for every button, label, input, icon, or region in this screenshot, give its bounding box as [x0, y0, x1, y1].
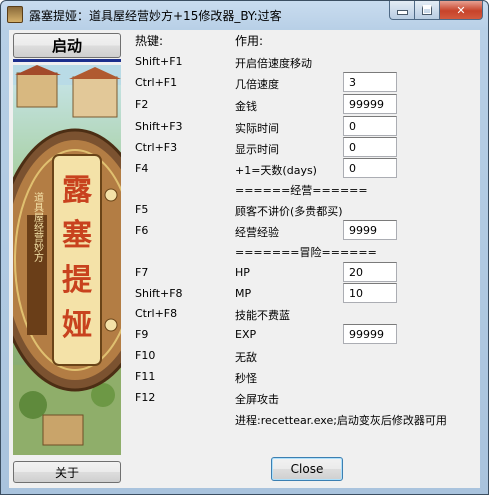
- section-adventure: =======冒险======: [235, 246, 377, 259]
- hotkey-label: Ctrl+F3: [135, 141, 178, 154]
- title-bar[interactable]: 露塞提娅：道具屋经营妙方+15修改器_BY:过客 ✕: [1, 1, 488, 29]
- action-label: 实际时间: [235, 122, 279, 135]
- hotkey-label: F4: [135, 162, 149, 175]
- art-title-char-3: 提: [62, 263, 93, 298]
- maximize-icon: [422, 5, 432, 15]
- action-label: 显示时间: [235, 143, 279, 156]
- hotkey-label: Shift+F3: [135, 120, 183, 133]
- window-close-button[interactable]: ✕: [440, 1, 483, 20]
- display-time-field[interactable]: 0: [343, 137, 397, 157]
- minimize-icon: [396, 10, 408, 15]
- action-label: 技能不费蓝: [235, 309, 290, 322]
- process-note: 进程:recettear.exe;启动变灰后修改器可用: [235, 414, 447, 427]
- hotkey-label: Ctrl+F8: [135, 307, 178, 320]
- hotkey-label: F5: [135, 203, 149, 216]
- action-label: MP: [235, 287, 252, 300]
- hotkey-label: Shift+F8: [135, 287, 183, 300]
- trainer-window: 露塞提娅：道具屋经营妙方+15修改器_BY:过客 ✕ 启动 露 塞 提 娅 道具…: [0, 0, 489, 495]
- window-title: 露塞提娅：道具屋经营妙方+15修改器_BY:过客: [29, 9, 282, 23]
- speed-multiplier-field[interactable]: 3: [343, 72, 397, 92]
- hotkey-label: F2: [135, 98, 149, 111]
- action-label: 秒怪: [235, 372, 257, 385]
- real-time-field[interactable]: 0: [343, 116, 397, 136]
- action-label: 经营经验: [235, 226, 279, 239]
- art-subtitle: 道具屋经营妙方: [32, 191, 44, 263]
- action-label: EXP: [235, 328, 257, 341]
- hotkey-label: F11: [135, 370, 156, 383]
- hotkey-label: F12: [135, 391, 156, 404]
- art-title-char-1: 露: [62, 173, 93, 208]
- mp-field[interactable]: 10: [343, 283, 397, 303]
- action-label: 无敌: [235, 351, 257, 364]
- action-label: 几倍速度: [235, 78, 279, 91]
- action-label: 金钱: [235, 100, 257, 113]
- caption-buttons: ✕: [389, 1, 483, 20]
- action-label: 全屏攻击: [235, 393, 279, 406]
- action-label: 开启倍速度移动: [235, 57, 312, 70]
- art-title-char-2: 塞: [62, 218, 92, 253]
- hotkey-column-header: 热键:: [135, 34, 164, 48]
- start-button[interactable]: 启动: [13, 33, 121, 58]
- hotkey-label: F6: [135, 224, 149, 237]
- action-label: HP: [235, 266, 250, 279]
- exp-field[interactable]: 99999: [343, 324, 397, 344]
- money-field[interactable]: 99999: [343, 94, 397, 114]
- hp-field[interactable]: 20: [343, 262, 397, 282]
- game-cover-art: 露 塞 提 娅 道具屋经营妙方: [13, 65, 121, 455]
- hotkey-label: F9: [135, 328, 149, 341]
- close-button[interactable]: Close: [271, 457, 343, 481]
- hotkey-label: Ctrl+F1: [135, 76, 178, 89]
- hotkey-label: F7: [135, 266, 149, 279]
- app-icon: [7, 6, 23, 23]
- start-status-bar: [13, 59, 121, 62]
- business-exp-field[interactable]: 9999: [343, 220, 397, 240]
- hotkey-label: Shift+F1: [135, 55, 183, 68]
- art-title-char-4: 娅: [62, 308, 92, 343]
- action-label: 顾客不讲价(多贵都买): [235, 205, 343, 218]
- about-button[interactable]: 关于: [13, 461, 121, 483]
- maximize-button[interactable]: [415, 1, 440, 20]
- close-icon: ✕: [456, 3, 466, 17]
- action-column-header: 作用:: [235, 34, 264, 48]
- action-label: +1=天数(days): [235, 164, 317, 177]
- client-area: 启动 露 塞 提 娅 道具屋经营妙方 关于 热键: 作用: Shift+F1 开…: [9, 30, 480, 488]
- minimize-button[interactable]: [389, 1, 415, 20]
- section-business: ======经营======: [235, 184, 368, 197]
- hotkey-label: F10: [135, 349, 156, 362]
- days-field[interactable]: 0: [343, 158, 397, 178]
